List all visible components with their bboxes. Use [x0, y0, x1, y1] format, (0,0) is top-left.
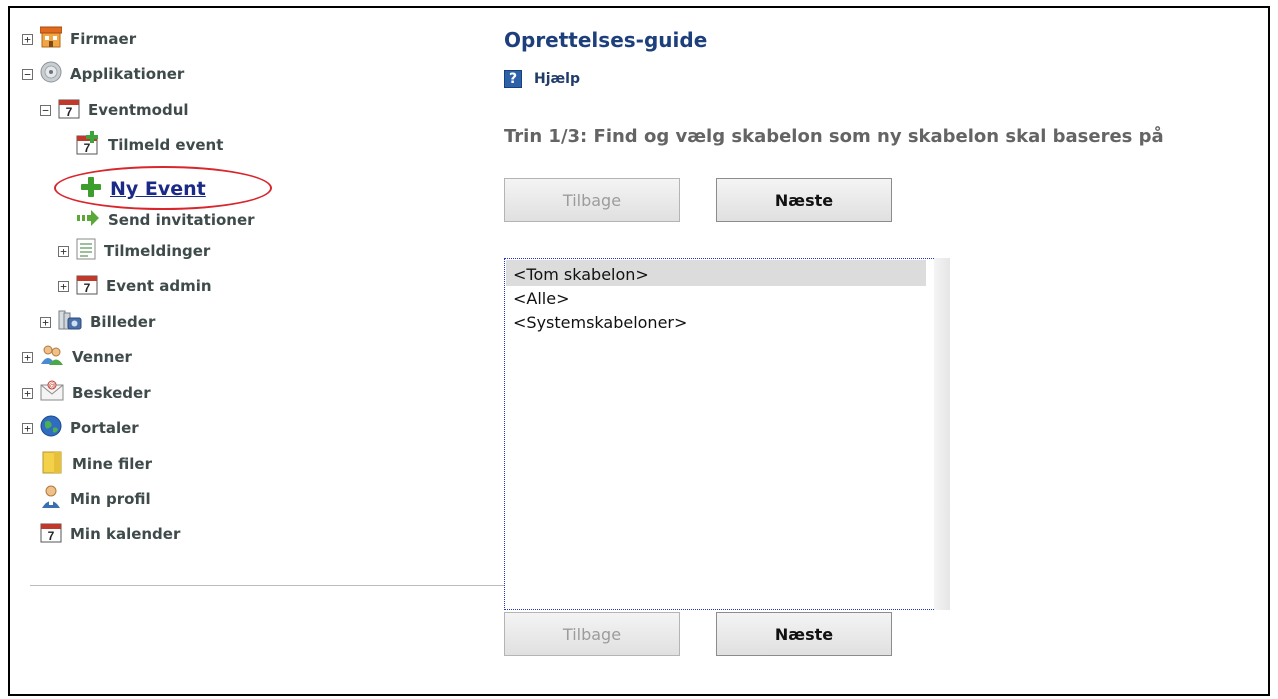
svg-text:@: @ — [48, 383, 55, 390]
globe-icon — [40, 415, 62, 441]
tree-label: Tilmeld event — [108, 136, 224, 154]
template-option[interactable]: <Systemskabeloner> — [513, 311, 687, 335]
svg-text:7: 7 — [84, 281, 91, 295]
tree-label: Beskeder — [72, 384, 151, 402]
tree-label: Min kalender — [70, 525, 181, 543]
building-icon — [39, 26, 63, 52]
camera-icon — [58, 309, 82, 335]
expand-icon[interactable]: + — [58, 280, 69, 292]
tree-item-eventmodul[interactable]: − 7 Eventmodul — [40, 95, 189, 125]
tree-label: Eventmodul — [88, 101, 189, 119]
expand-icon[interactable]: + — [22, 422, 33, 434]
calendar-icon: 7 — [40, 521, 62, 547]
tree-item-send-invitationer[interactable]: Send invitationer — [58, 205, 255, 235]
tree-item-tilmeld-event[interactable]: 7 Tilmeld event — [58, 130, 223, 160]
calendar-icon: 7 — [58, 97, 80, 123]
envelope-icon: @ — [40, 380, 64, 406]
expand-icon[interactable]: + — [58, 245, 69, 257]
highlight-oval — [54, 166, 272, 210]
back-button-top[interactable]: Tilbage — [504, 178, 680, 222]
user-icon — [40, 485, 62, 513]
page-frame: + Firmaer − Applikationer − 7 Eventmodul… — [8, 6, 1270, 696]
folder-icon — [40, 450, 64, 478]
template-option[interactable]: <Tom skabelon> — [513, 263, 649, 287]
tree-item-billeder[interactable]: + Billeder — [40, 307, 155, 337]
listbox-scrollbar[interactable] — [934, 258, 950, 610]
send-arrow-icon — [76, 208, 100, 232]
tree-label: Applikationer — [70, 65, 185, 83]
tree-label: Mine filer — [72, 455, 152, 473]
calendar-icon: 7 — [76, 273, 98, 299]
expand-icon[interactable]: + — [40, 316, 51, 328]
expand-icon[interactable]: + — [22, 387, 33, 399]
tree-item-beskeder[interactable]: + @ Beskeder — [22, 378, 151, 408]
next-button-top[interactable]: Næste — [716, 178, 892, 222]
tree-label: Portaler — [70, 419, 139, 437]
tree-label: Firmaer — [70, 30, 137, 48]
help-label: Hjælp — [534, 71, 581, 87]
tree-item-event-admin[interactable]: + 7 Event admin — [58, 271, 212, 301]
svg-text:7: 7 — [48, 529, 55, 543]
disc-icon — [40, 61, 62, 87]
collapse-icon[interactable]: − — [40, 104, 51, 116]
help-link[interactable]: ? Hjælp — [504, 70, 580, 88]
tree-label: Venner — [72, 348, 132, 366]
tree-item-venner[interactable]: + Venner — [22, 342, 132, 372]
help-icon: ? — [504, 70, 522, 88]
expand-icon[interactable]: + — [22, 33, 33, 45]
tree-label: Event admin — [106, 277, 212, 295]
list-icon — [76, 238, 96, 264]
tree-item-portaler[interactable]: + Portaler — [22, 413, 139, 443]
tree-item-tilmeldinger[interactable]: + Tilmeldinger — [58, 236, 210, 266]
back-button-bottom[interactable]: Tilbage — [504, 612, 680, 656]
collapse-icon[interactable]: − — [22, 68, 33, 80]
template-listbox[interactable]: <Tom skabelon> <Alle> <Systemskabeloner> — [504, 258, 946, 610]
people-icon — [40, 344, 64, 370]
calendar-add-icon: 7 — [76, 131, 100, 159]
step-instruction: Trin 1/3: Find og vælg skabelon som ny s… — [504, 126, 1164, 147]
tree-label: Billeder — [90, 313, 156, 331]
tree-label: Tilmeldinger — [104, 242, 211, 260]
expand-icon[interactable]: + — [22, 351, 33, 363]
template-option[interactable]: <Alle> — [513, 287, 570, 311]
svg-text:7: 7 — [84, 141, 91, 155]
tree-item-mine-filer[interactable]: Mine filer — [22, 449, 152, 479]
tree-label: Min profil — [70, 490, 151, 508]
tree-item-min-profil[interactable]: Min profil — [22, 484, 151, 514]
divider — [30, 585, 512, 586]
tree-item-firmaer[interactable]: + Firmaer — [22, 24, 136, 54]
tree-item-applikationer[interactable]: − Applikationer — [22, 59, 184, 89]
tree-item-min-kalender[interactable]: 7 Min kalender — [22, 519, 180, 549]
next-button-bottom[interactable]: Næste — [716, 612, 892, 656]
guide-title: Oprettelses-guide — [504, 28, 708, 52]
svg-text:7: 7 — [66, 105, 73, 119]
tree-label: Send invitationer — [108, 211, 255, 229]
